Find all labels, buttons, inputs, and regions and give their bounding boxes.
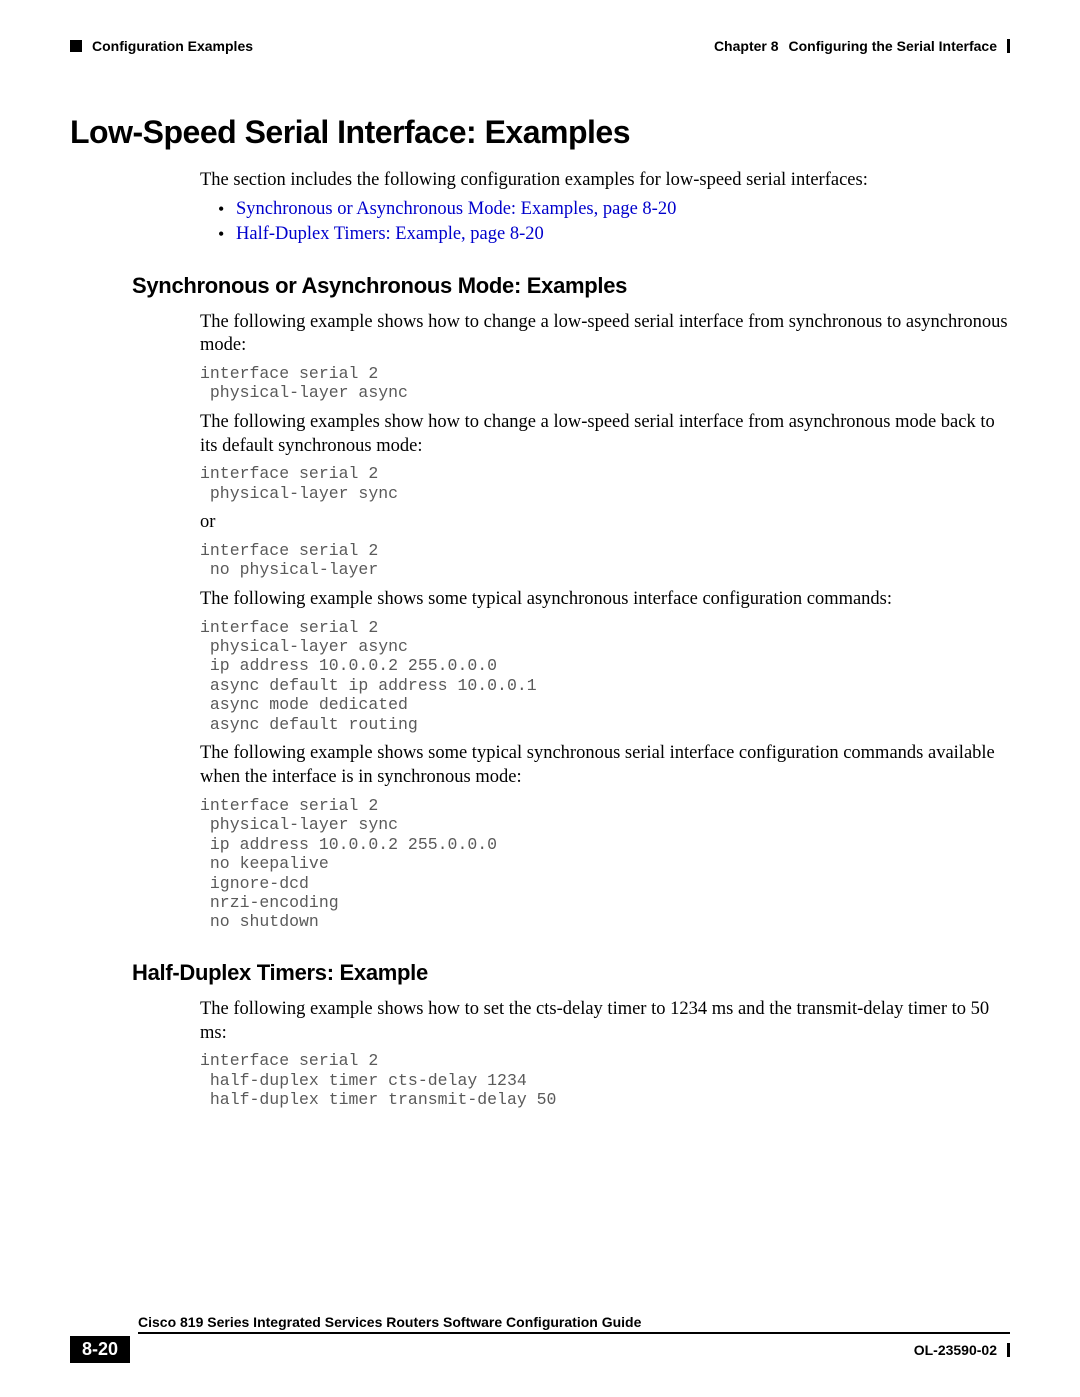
section-heading: Synchronous or Asynchronous Mode: Exampl… [132, 273, 1010, 299]
section-sync-async: Synchronous or Asynchronous Mode: Exampl… [132, 273, 1010, 932]
running-header: Configuration Examples Chapter 8 Configu… [70, 38, 1010, 54]
xref-list: Synchronous or Asynchronous Mode: Exampl… [218, 199, 1010, 245]
xref-item: Synchronous or Asynchronous Mode: Exampl… [218, 199, 1010, 220]
header-right: Chapter 8 Configuring the Serial Interfa… [714, 38, 1010, 54]
footer-guide-title: Cisco 819 Series Integrated Services Rou… [138, 1314, 1010, 1330]
doc-id: OL-23590-02 [914, 1342, 1010, 1358]
main-heading: Low-Speed Serial Interface: Examples [70, 114, 1010, 151]
chapter-title: Configuring the Serial Interface [789, 38, 997, 54]
paragraph: The following example shows how to set t… [200, 998, 1010, 1045]
section-heading: Half-Duplex Timers: Example [132, 960, 1010, 986]
footer: Cisco 819 Series Integrated Services Rou… [70, 1314, 1010, 1363]
code-block: interface serial 2 half-duplex timer cts… [200, 1051, 1010, 1109]
or-text: or [200, 511, 1010, 535]
paragraph: The following examples show how to chang… [200, 411, 1010, 458]
code-block: interface serial 2 no physical-layer [200, 541, 1010, 580]
chapter-label: Chapter 8 [714, 38, 779, 54]
section-half-duplex: Half-Duplex Timers: Example The followin… [132, 960, 1010, 1110]
code-block: interface serial 2 physical-layer async [200, 364, 1010, 403]
footer-rule-icon [138, 1332, 1010, 1334]
square-bullet-icon [70, 40, 82, 52]
footer-row: 8-20 OL-23590-02 [70, 1336, 1010, 1363]
xref-link-half-duplex[interactable]: Half-Duplex Timers: Example, page 8-20 [236, 224, 544, 244]
paragraph: The following example shows some typical… [200, 588, 1010, 612]
page: Configuration Examples Chapter 8 Configu… [0, 0, 1080, 1397]
header-section-left: Configuration Examples [92, 38, 253, 54]
doc-id-text: OL-23590-02 [914, 1342, 997, 1358]
footer-end-bar-icon [1007, 1343, 1010, 1357]
paragraph: The following example shows some typical… [200, 742, 1010, 789]
code-block: interface serial 2 physical-layer async … [200, 618, 1010, 735]
xref-item: Half-Duplex Timers: Example, page 8-20 [218, 224, 1010, 245]
page-number: 8-20 [70, 1336, 130, 1363]
intro-block: The section includes the following confi… [200, 169, 1010, 245]
code-block: interface serial 2 physical-layer sync i… [200, 796, 1010, 932]
header-end-bar-icon [1007, 39, 1010, 53]
intro-paragraph: The section includes the following confi… [200, 169, 1010, 193]
code-block: interface serial 2 physical-layer sync [200, 464, 1010, 503]
paragraph: The following example shows how to chang… [200, 311, 1010, 358]
header-left: Configuration Examples [70, 38, 253, 54]
xref-link-sync-async[interactable]: Synchronous or Asynchronous Mode: Exampl… [236, 199, 676, 219]
